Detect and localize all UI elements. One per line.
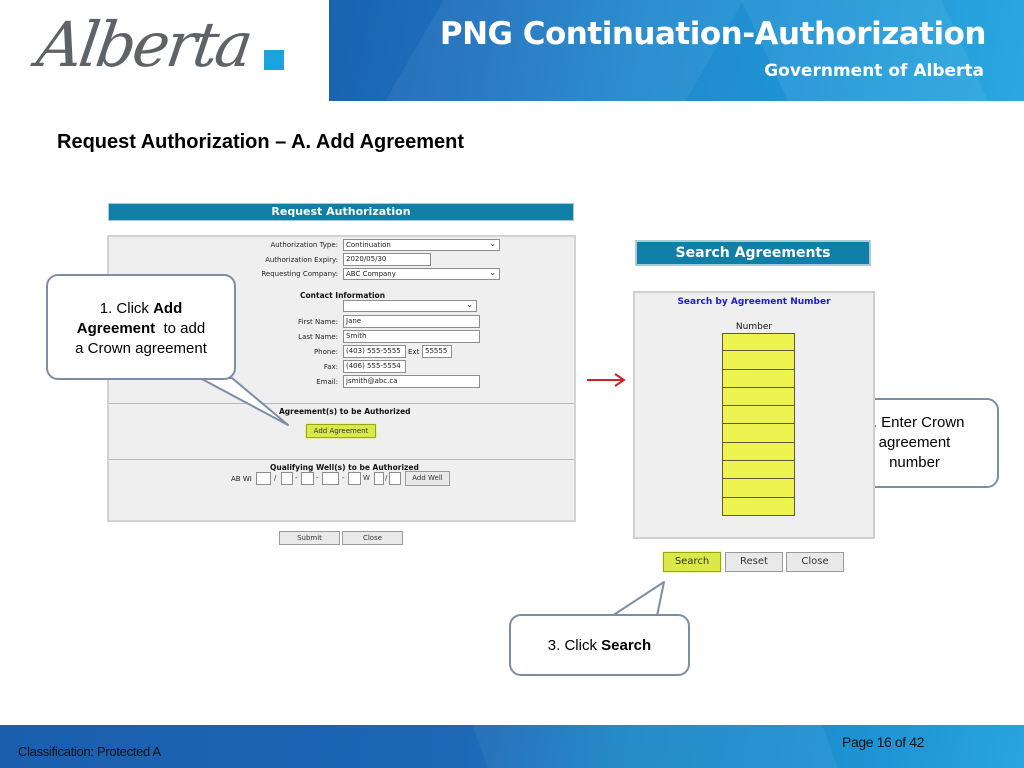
divider bbox=[109, 403, 574, 404]
callout-text: 1. Click bbox=[99, 300, 154, 317]
callout-text: a Crown agreement bbox=[75, 340, 207, 357]
well-separator: - bbox=[342, 474, 345, 482]
agreement-number-input[interactable] bbox=[722, 351, 795, 370]
add-agreement-button[interactable]: Add Agreement bbox=[306, 424, 376, 438]
submit-button[interactable]: Submit bbox=[279, 531, 340, 545]
close-button[interactable]: Close bbox=[342, 531, 403, 545]
well-separator: / bbox=[274, 474, 277, 482]
agreement-number-input[interactable] bbox=[722, 442, 795, 462]
search-agreements-titlebar: Search Agreements bbox=[635, 240, 871, 266]
callout-text: number bbox=[889, 454, 940, 471]
well-section-input[interactable] bbox=[281, 472, 293, 485]
callout-bold-text: Search bbox=[601, 637, 652, 654]
contact-select[interactable]: ⌄ bbox=[343, 300, 477, 312]
callout-step-1: 1. Click Add Agreement to add a Crown ag… bbox=[46, 274, 236, 380]
agreement-number-input[interactable] bbox=[722, 497, 795, 516]
agreement-number-inputs bbox=[722, 333, 795, 516]
agreement-number-input[interactable] bbox=[722, 461, 795, 480]
agreement-number-input[interactable] bbox=[722, 424, 795, 443]
well-meridian-input[interactable] bbox=[348, 472, 361, 485]
requesting-company-value: ABC Company bbox=[346, 270, 396, 278]
agreement-number-input[interactable] bbox=[722, 387, 795, 407]
authorization-type-label: Authorization Type: bbox=[270, 241, 338, 249]
number-column-label: Number bbox=[735, 322, 773, 332]
agreement-number-input[interactable] bbox=[722, 479, 795, 498]
requesting-company-select[interactable]: ABC Company ⌄ bbox=[343, 268, 500, 280]
authorization-expiry-input[interactable]: 2020/05/30 bbox=[343, 253, 431, 266]
authorization-type-select[interactable]: Continuation ⌄ bbox=[343, 239, 500, 251]
add-well-button[interactable]: Add Well bbox=[405, 471, 450, 486]
search-button[interactable]: Search bbox=[663, 552, 721, 572]
callout-step-3: 3. Click Search bbox=[509, 614, 690, 676]
last-name-input[interactable]: Smith bbox=[343, 330, 480, 343]
fax-input[interactable]: (406) 555-5554 bbox=[343, 360, 406, 373]
callout-text: 3. Click bbox=[547, 637, 602, 654]
footer-facet bbox=[472, 725, 838, 768]
reset-button[interactable]: Reset bbox=[725, 552, 783, 572]
well-range-input[interactable] bbox=[322, 472, 339, 485]
agreements-heading: Agreement(s) to be Authorized bbox=[279, 407, 411, 416]
callout-text: to add bbox=[155, 320, 206, 337]
logo-square-icon bbox=[264, 50, 284, 70]
callout-text: 2. Enter Crown bbox=[864, 414, 965, 431]
requesting-company-label: Requesting Company: bbox=[261, 270, 338, 278]
callout-bold-text: Add bbox=[153, 300, 183, 317]
callout-text: agreement bbox=[878, 434, 951, 451]
fax-label: Fax: bbox=[323, 363, 338, 371]
phone-input[interactable]: (403) 555-5555 bbox=[343, 345, 406, 358]
well-lsd-input[interactable] bbox=[256, 472, 271, 485]
classification-label: Classification: Protected A bbox=[18, 744, 161, 759]
well-separator: - bbox=[295, 474, 298, 482]
callout-tail bbox=[611, 581, 665, 617]
authorization-type-value: Continuation bbox=[346, 241, 391, 249]
chevron-down-icon: ⌄ bbox=[466, 300, 473, 309]
chevron-down-icon: ⌄ bbox=[489, 239, 496, 248]
well-separator: / bbox=[385, 474, 388, 482]
chevron-down-icon: ⌄ bbox=[489, 268, 496, 277]
search-by-number-heading: Search by Agreement Number bbox=[677, 297, 831, 307]
well-separator: W bbox=[363, 474, 370, 482]
search-agreements-panel: Search by Agreement Number Number bbox=[633, 291, 875, 539]
well-township-input[interactable] bbox=[301, 472, 314, 485]
header-banner: PNG Continuation-Authorization Governmen… bbox=[329, 0, 1024, 101]
well-m-input[interactable] bbox=[374, 472, 384, 485]
alberta-logo: Alberta bbox=[0, 0, 329, 101]
first-name-input[interactable]: Jane bbox=[343, 315, 480, 328]
agreement-number-input[interactable] bbox=[722, 333, 795, 352]
ext-label: Ext bbox=[408, 348, 420, 356]
request-authorization-titlebar: Request Authorization bbox=[108, 203, 574, 221]
authorization-expiry-label: Authorization Expiry: bbox=[265, 256, 338, 264]
qualifying-wells-heading: Qualifying Well(s) to be Authorized bbox=[270, 463, 419, 472]
ab-wi-label: AB WI bbox=[231, 475, 252, 483]
search-close-button[interactable]: Close bbox=[786, 552, 844, 572]
phone-label: Phone: bbox=[313, 348, 338, 356]
callout-bold-text: Agreement bbox=[76, 320, 156, 337]
page-number: Page 16 of 42 bbox=[842, 734, 924, 750]
alberta-logo-text: Alberta bbox=[32, 8, 255, 81]
agreement-number-input[interactable] bbox=[722, 369, 795, 388]
ext-input[interactable]: 55555 bbox=[422, 345, 452, 358]
agreement-number-input[interactable] bbox=[722, 406, 795, 425]
first-name-label: First Name: bbox=[298, 318, 338, 326]
email-input[interactable]: jsmith@abc.ca bbox=[343, 375, 480, 388]
contact-information-heading: Contact Information bbox=[300, 291, 386, 300]
divider bbox=[109, 459, 574, 460]
email-label: Email: bbox=[316, 378, 338, 386]
presentation-subtitle: Government of Alberta bbox=[764, 61, 984, 81]
last-name-label: Last Name: bbox=[298, 333, 338, 341]
presentation-title: PNG Continuation-Authorization bbox=[439, 16, 987, 52]
well-separator: - bbox=[316, 474, 319, 482]
right-arrow-icon bbox=[587, 373, 626, 387]
well-event-input[interactable] bbox=[389, 472, 401, 485]
slide-heading: Request Authorization – A. Add Agreement bbox=[57, 131, 465, 153]
